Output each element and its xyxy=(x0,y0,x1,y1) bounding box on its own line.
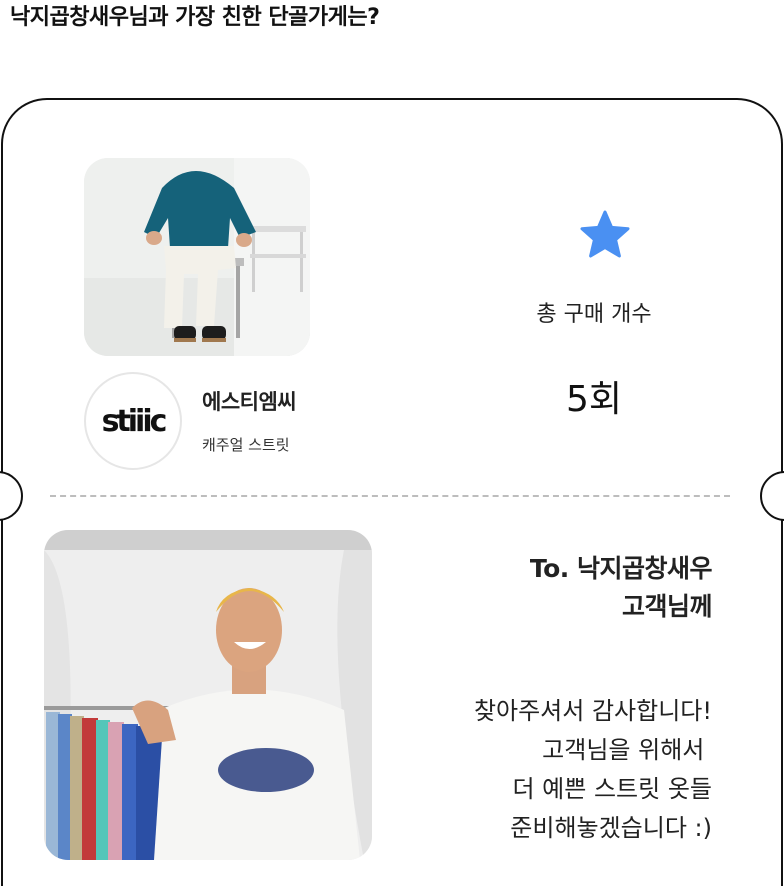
store-photo[interactable] xyxy=(84,158,310,356)
title-question: 님과 가장 친한 단골가게는? xyxy=(128,5,380,30)
message-line-4: 준비해놓겠습니다 :) xyxy=(510,814,712,842)
customer-nickname: 낙지곱창새우 xyxy=(10,5,129,30)
store-category: 캐주얼 스트릿 xyxy=(202,436,290,454)
total-purchase-count: 5회 xyxy=(565,379,623,420)
message-body: 찾아주셔서 감사합니다! 고객님을 위해서 더 예쁜 스트릿 옷들 준비해놓겠습… xyxy=(474,692,712,848)
star-icon xyxy=(580,210,630,258)
store-logo[interactable]: stiiic xyxy=(84,372,182,470)
page-title: 낙지곱창새우님과 가장 친한 단골가게는? xyxy=(10,2,380,34)
message-line-3: 더 예쁜 스트릿 옷들 xyxy=(512,775,712,803)
owner-photo[interactable] xyxy=(44,530,372,860)
total-purchase-label: 총 구매 개수 xyxy=(536,302,652,327)
message-to-line1: To. 낙지곱창새우 xyxy=(529,554,713,583)
store-name[interactable]: 에스티엠씨 xyxy=(202,386,297,416)
message-recipient: To. 낙지곱창새우 고객님께 xyxy=(529,550,713,626)
store-owner-photo-icon xyxy=(44,530,372,860)
store-model-photo-icon xyxy=(84,158,310,356)
message-to-line2: 고객님께 xyxy=(621,592,713,621)
store-logo-text: stiiic xyxy=(101,403,168,439)
ticket-divider xyxy=(50,495,730,497)
message-line-1: 찾아주셔서 감사합니다! xyxy=(473,697,712,725)
message-line-2: 고객님을 위해서 xyxy=(542,736,712,764)
receipt-page: 낙지곱창새우님과 가장 친한 단골가게는? stiiic 에스티엠씨 캐주얼 스… xyxy=(0,0,784,886)
